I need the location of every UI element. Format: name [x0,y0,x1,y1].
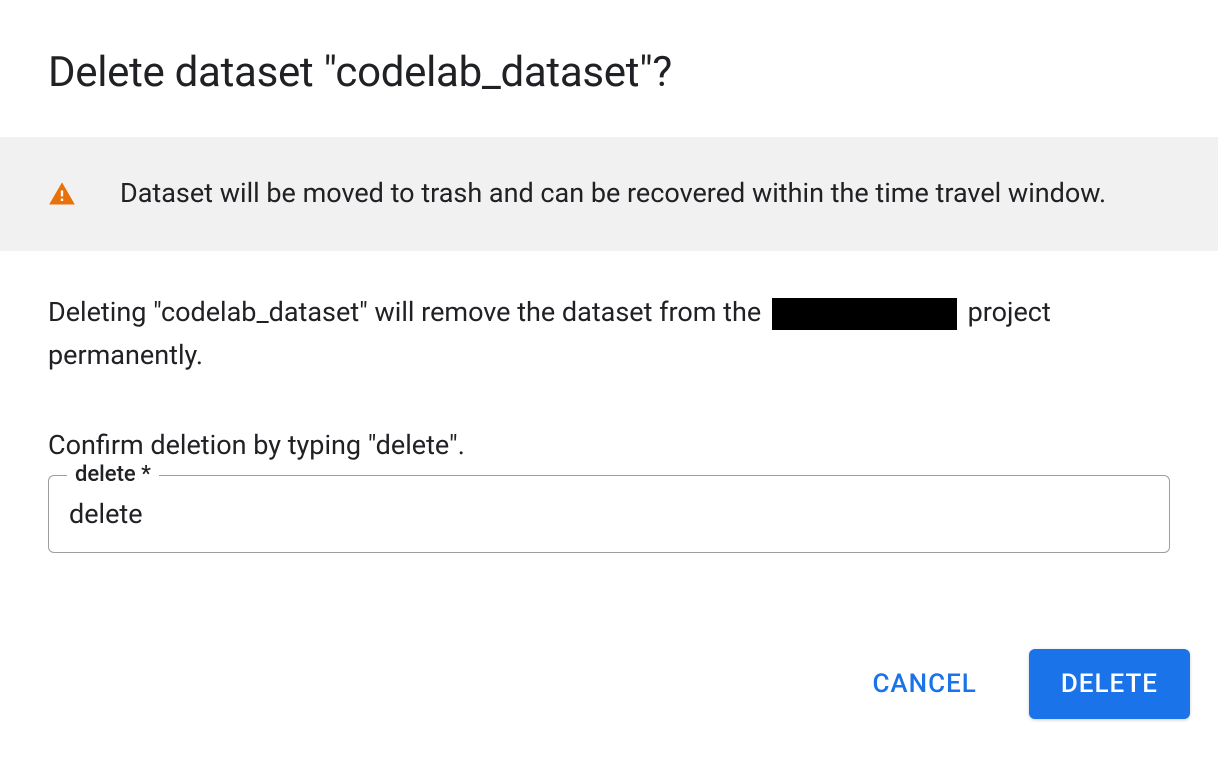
info-banner: Dataset will be moved to trash and can b… [0,137,1218,251]
dialog-body: Deleting "codelab_dataset" will remove t… [0,251,1218,377]
dialog-title: Delete dataset "codelab_dataset"? [0,0,1218,137]
body-text-prefix: Deleting "codelab_dataset" will remove t… [48,296,768,328]
delete-confirm-input[interactable] [49,476,1169,552]
dialog-actions: CANCEL DELETE [0,553,1218,747]
redacted-project-name [772,298,957,330]
warning-icon [48,180,76,208]
banner-message: Dataset will be moved to trash and can b… [120,175,1106,213]
confirm-prompt: Confirm deletion by typing "delete". [48,429,1170,461]
delete-input-label: delete * [67,462,159,487]
delete-dataset-dialog: Delete dataset "codelab_dataset"? Datase… [0,0,1218,747]
delete-input-wrapper: delete * [48,475,1170,553]
body-text: Deleting "codelab_dataset" will remove t… [48,291,1170,377]
cancel-button[interactable]: CANCEL [860,651,988,717]
confirm-section: Confirm deletion by typing "delete". del… [0,377,1218,553]
delete-button[interactable]: DELETE [1029,649,1190,719]
